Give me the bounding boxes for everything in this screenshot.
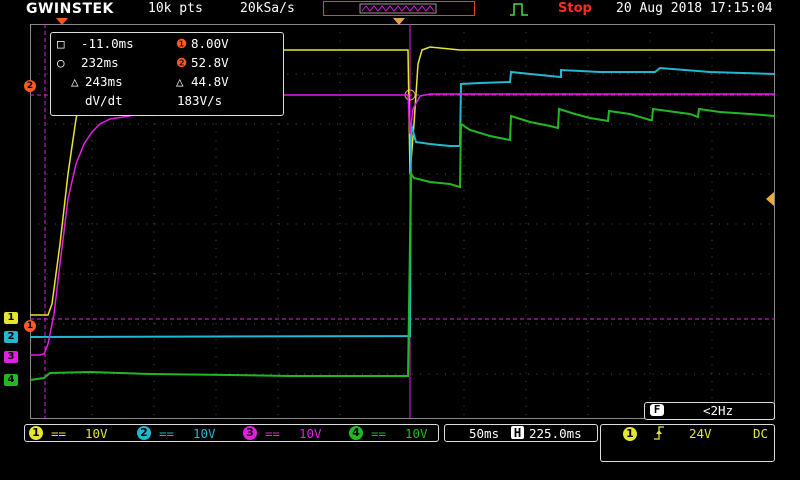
ch4-scale[interactable]: 10V bbox=[405, 426, 428, 441]
horizontal-position-badge: H bbox=[511, 426, 524, 439]
cursor-readout-panel: □ -11.0ms ❶ 8.00V ○ 232ms ❷ 52.8V △ 243m… bbox=[50, 32, 284, 116]
h-cursor-b-icon: ○ bbox=[57, 55, 65, 70]
v-cursor-1-value: 8.00V bbox=[191, 36, 229, 51]
ch2-marker[interactable]: 2 bbox=[4, 331, 18, 343]
timebase-panel[interactable]: 50ms H 225.0ms bbox=[444, 424, 598, 442]
slope-label: dV/dt bbox=[85, 93, 123, 108]
rising-edge-icon bbox=[653, 425, 665, 444]
memory-length: 10k pts bbox=[148, 1, 203, 16]
date-time: 20 Aug 2018 17:15:04 bbox=[616, 1, 773, 16]
v-cursor-2-value: 52.8V bbox=[191, 55, 229, 70]
delta-v-value: 44.8V bbox=[191, 74, 229, 89]
ch4-marker[interactable]: 4 bbox=[4, 374, 18, 386]
ch3-marker[interactable]: 3 bbox=[4, 351, 18, 363]
status-bar: GWINSTEK 10k pts 20kSa/s Stop 20 Aug 201… bbox=[0, 0, 800, 18]
horizontal-position-value: 225.0ms bbox=[529, 426, 582, 441]
overview-waveform-icon bbox=[359, 3, 437, 14]
ch4-trace bbox=[30, 107, 775, 381]
ch2-coupling-icon: == bbox=[159, 426, 175, 441]
v-cursor-1-marker[interactable]: 1 bbox=[24, 320, 36, 332]
trigger-coupling: DC bbox=[753, 426, 769, 441]
brand-logo: GWINSTEK bbox=[26, 1, 114, 17]
timebase-value: 50ms bbox=[469, 426, 500, 441]
horizontal-position-icon[interactable] bbox=[393, 18, 409, 26]
trigger-source-badge: 1 bbox=[623, 427, 637, 441]
ch4-badge[interactable]: 4 bbox=[349, 426, 363, 440]
frequency-icon: F bbox=[650, 404, 664, 416]
ch3-coupling-icon: == bbox=[265, 426, 281, 441]
v-cursor-2-icon: ❷ bbox=[176, 55, 188, 70]
ch4-coupling-icon: == bbox=[371, 426, 387, 441]
trigger-edge-icon bbox=[508, 1, 530, 21]
waveform-overview[interactable] bbox=[323, 1, 475, 16]
v-cursor-1-icon: ❶ bbox=[176, 36, 188, 51]
ch2-scale[interactable]: 10V bbox=[193, 426, 216, 441]
sample-rate: 20kSa/s bbox=[240, 1, 295, 16]
ch3-scale[interactable]: 10V bbox=[299, 426, 322, 441]
trigger-position-icon[interactable] bbox=[56, 18, 72, 26]
ch1-badge[interactable]: 1 bbox=[29, 426, 43, 440]
trigger-level: 24V bbox=[689, 426, 712, 441]
run-stop-status[interactable]: Stop bbox=[558, 1, 592, 16]
delta-t-icon: △ bbox=[71, 74, 79, 89]
ch3-trace bbox=[30, 93, 775, 356]
bottom-status-bar: 1 == 10V 2 == 10V 3 == 10V 4 == 10V 50ms… bbox=[0, 424, 800, 480]
frequency-counter: F <2Hz bbox=[644, 402, 775, 420]
channel-scale-bar: 1 == 10V 2 == 10V 3 == 10V 4 == 10V bbox=[24, 424, 439, 442]
frequency-value: <2Hz bbox=[703, 403, 734, 418]
h-cursor-a-value: -11.0ms bbox=[81, 36, 134, 51]
h-cursor-b-value: 232ms bbox=[81, 55, 119, 70]
ch1-coupling-icon: == bbox=[51, 426, 67, 441]
delta-t-value: 243ms bbox=[85, 74, 123, 89]
trigger-level-icon[interactable] bbox=[766, 192, 776, 206]
ch1-marker[interactable]: 1 bbox=[4, 312, 18, 324]
v-cursor-2-marker[interactable]: 2 bbox=[24, 80, 36, 92]
ch1-scale[interactable]: 10V bbox=[85, 426, 108, 441]
ch3-badge[interactable]: 3 bbox=[243, 426, 257, 440]
ch2-badge[interactable]: 2 bbox=[137, 426, 151, 440]
trigger-panel[interactable]: 1 24V DC bbox=[600, 424, 775, 462]
delta-v-icon: △ bbox=[176, 74, 184, 89]
slope-value: 183V/s bbox=[177, 93, 223, 108]
h-cursor-a-icon: □ bbox=[57, 36, 65, 51]
